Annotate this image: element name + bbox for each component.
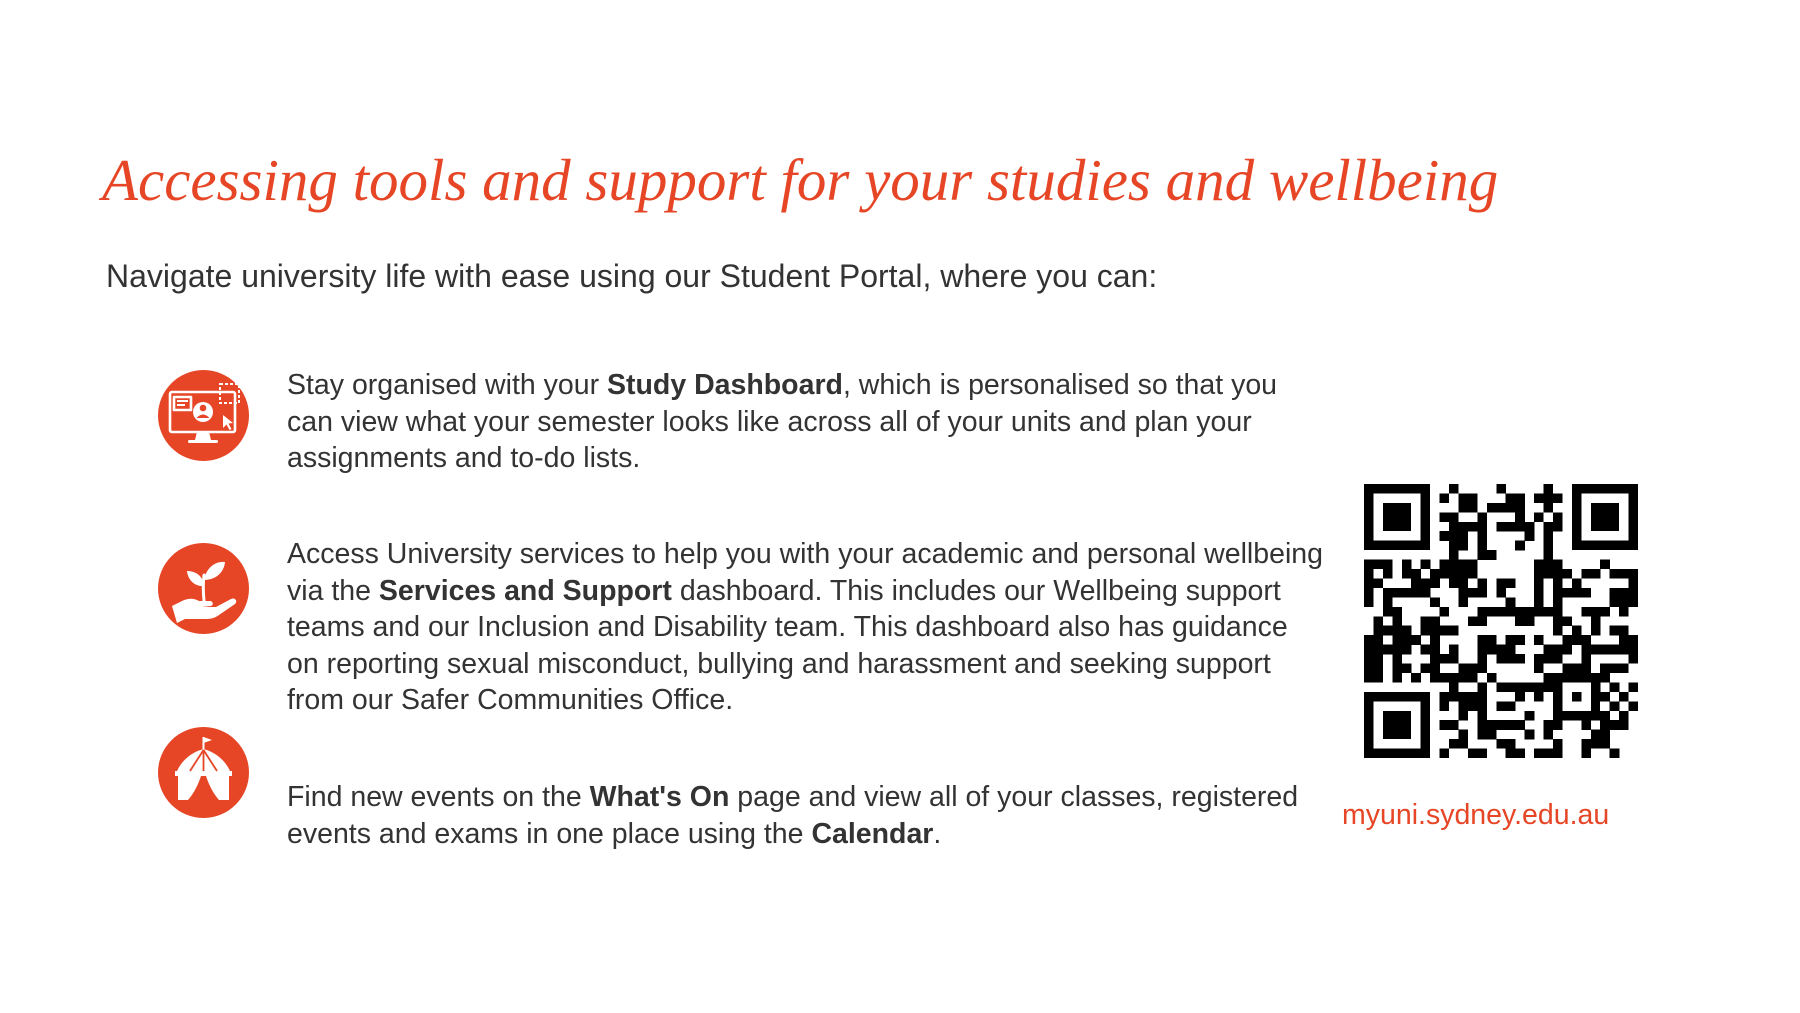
feature-text-run: . xyxy=(933,817,942,850)
qr-code-icon[interactable] xyxy=(1364,478,1638,764)
feature-highlight: Calendar xyxy=(811,817,934,850)
feature-services-support-text: Access University services to help you w… xyxy=(287,536,1327,719)
feature-study-dashboard-text: Stay organised with your Study Dashboard… xyxy=(287,367,1327,477)
feature-text-run: Stay organised with your xyxy=(287,369,607,401)
event-tent-icon xyxy=(158,727,249,818)
dashboard-monitor-icon xyxy=(158,370,249,461)
feature-highlight: Services and Support xyxy=(378,574,672,607)
intro-text: Navigate university life with ease using… xyxy=(106,258,1158,294)
feature-highlight: Study Dashboard xyxy=(607,369,843,401)
hand-plant-icon xyxy=(158,543,249,634)
feature-whats-on-text: Find new events on the What's On page an… xyxy=(287,779,1327,852)
portal-url-link[interactable]: myuni.sydney.edu.au xyxy=(1342,797,1609,833)
feature-text-run: Find new events on the xyxy=(287,781,590,813)
feature-highlight: What's On xyxy=(589,781,730,813)
slide-title: Accessing tools and support for your stu… xyxy=(102,147,1499,213)
